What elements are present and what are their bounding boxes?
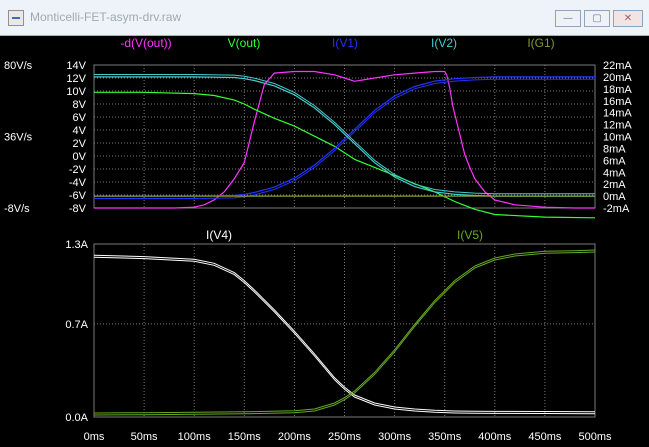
top-series-line xyxy=(94,76,595,197)
left-outer-tick-label: 36V/s xyxy=(4,132,33,144)
top-legend-entry: I(V2) xyxy=(431,36,457,50)
x-tick-label: 100ms xyxy=(178,431,212,443)
right-tick-label: -2mA xyxy=(603,203,630,215)
x-tick-label: 400ms xyxy=(478,431,512,443)
bottom-series-line xyxy=(93,251,596,416)
left-inner-tick-label: 8V xyxy=(73,99,87,111)
bottom-y-tick-label: 0.0A xyxy=(65,412,88,424)
left-inner-tick-label: 10V xyxy=(66,86,86,98)
x-tick-label: 500ms xyxy=(578,431,612,443)
x-tick-label: 150ms xyxy=(228,431,262,443)
left-inner-tick-label: 14V xyxy=(66,60,86,72)
left-inner-tick-label: -8V xyxy=(69,203,87,215)
left-inner-tick-label: -2V xyxy=(69,164,87,176)
top-series-line xyxy=(94,70,595,209)
right-tick-label: 20mA xyxy=(603,72,632,84)
minimize-button[interactable]: — xyxy=(555,10,581,27)
top-legend-entry: V(out) xyxy=(228,36,261,50)
x-tick-label: 300ms xyxy=(378,431,412,443)
right-tick-label: 4mA xyxy=(603,167,626,179)
right-tick-label: 8mA xyxy=(603,143,626,155)
title-bar[interactable]: Monticelli-FET-asym-drv.raw — ▢ ✕ xyxy=(0,0,649,36)
bottom-y-tick-label: 0.7A xyxy=(65,319,88,331)
maximize-button[interactable]: ▢ xyxy=(584,10,610,27)
top-legend-entry: I(G1) xyxy=(527,36,554,50)
right-tick-label: 18mA xyxy=(603,84,632,96)
left-inner-tick-label: 12V xyxy=(66,73,86,85)
bottom-legend-entry: I(V4) xyxy=(206,228,232,242)
waveform-app-icon xyxy=(8,10,24,26)
top-legend-entry: -d(V(out)) xyxy=(120,36,171,50)
bottom-legend-entry: I(V5) xyxy=(457,228,483,242)
top-legend-entry: I(V1) xyxy=(332,36,358,50)
left-inner-tick-label: -4V xyxy=(69,177,87,189)
right-tick-label: 0mA xyxy=(603,191,626,203)
waveform-plot-area[interactable]: 14V12V10V8V6V4V2V0V-2V-4V-6V-8V 80V/s 36V/… xyxy=(0,35,649,447)
x-tick-label: 350ms xyxy=(428,431,462,443)
right-tick-label: 14mA xyxy=(603,108,632,120)
left-inner-tick-label: 0V xyxy=(73,151,87,163)
right-tick-label: 16mA xyxy=(603,96,632,108)
top-series-line xyxy=(94,76,595,197)
x-tick-label: 200ms xyxy=(278,431,312,443)
right-tick-label: 22mA xyxy=(603,60,632,72)
x-tick-label: 250ms xyxy=(328,431,362,443)
right-tick-label: 6mA xyxy=(603,155,626,167)
left-inner-tick-label: 2V xyxy=(73,138,87,150)
left-inner-tick-label: 6V xyxy=(73,112,87,124)
bottom-y-tick-label: 1.3A xyxy=(65,239,88,251)
window-title: Monticelli-FET-asym-drv.raw xyxy=(30,10,182,24)
x-tick-label: 0ms xyxy=(84,431,105,443)
right-tick-label: 12mA xyxy=(603,120,632,132)
right-tick-label: 2mA xyxy=(603,179,626,191)
left-inner-tick-label: -6V xyxy=(69,190,87,202)
ltspice-waveform-window: Monticelli-FET-asym-drv.raw — ▢ ✕ 14V 12V… xyxy=(0,0,649,447)
close-button[interactable]: ✕ xyxy=(613,10,643,27)
right-tick-label: 10mA xyxy=(603,132,632,144)
left-outer-tick-label: 80V/s xyxy=(4,60,33,72)
left-inner-tick-label: 4V xyxy=(73,125,87,137)
x-tick-label: 450ms xyxy=(528,431,562,443)
left-outer-tick-label: -8V/s xyxy=(4,203,30,215)
x-tick-label: 50ms xyxy=(131,431,158,443)
